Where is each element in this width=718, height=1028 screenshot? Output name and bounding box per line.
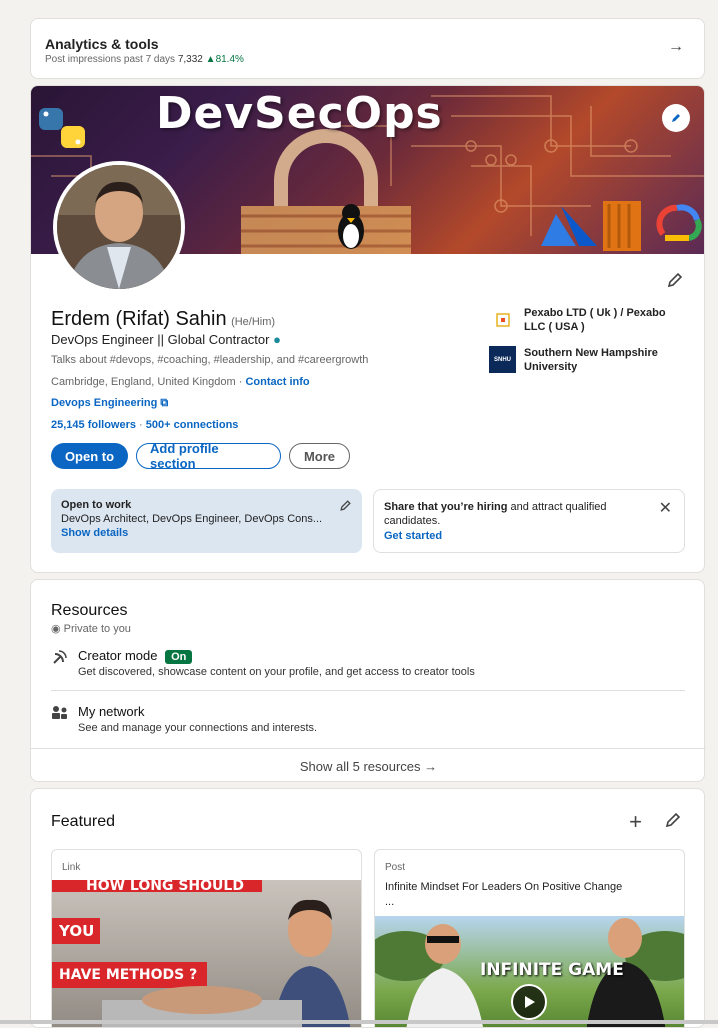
show-all-resources-button[interactable]: Show all 5 resources →: [31, 748, 706, 783]
globe-icon: ●: [273, 332, 281, 347]
external-link-icon: ⧉: [160, 397, 169, 409]
profile-location: Cambridge, England, United Kingdom: [51, 376, 236, 388]
featured-title: Featured: [51, 813, 116, 830]
open-to-work-title: Open to work: [61, 499, 132, 511]
trend-up-icon: ▲: [205, 54, 216, 65]
snhu-logo-icon: SNHU: [489, 346, 516, 373]
private-label: Private to you: [63, 623, 131, 635]
edit-open-to-work-button[interactable]: [339, 499, 352, 517]
pexabo-logo-icon: [489, 306, 516, 333]
divider: [51, 690, 685, 691]
company-snhu[interactable]: SNHU Southern New Hampshire University: [489, 346, 689, 374]
featured-card: Featured + Link HOW LONG SHOULD YOU HAVE…: [30, 788, 705, 1028]
creator-mode-desc: Get discovered, showcase content on your…: [78, 666, 475, 678]
pencil-icon: [672, 114, 680, 122]
analytics-subtitle: Post impressions past 7 days 7,332 ▲81.4…: [45, 54, 244, 65]
profile-actions: Open to Add profile section More: [51, 441, 350, 471]
private-row: ◉ Private to you: [51, 622, 131, 635]
banner-title: DevSecOps: [156, 88, 443, 139]
eye-icon: ◉: [51, 623, 61, 635]
my-network-title: My network: [78, 704, 145, 719]
get-started-link[interactable]: Get started: [384, 530, 674, 542]
my-network-desc: See and manage your connections and inte…: [78, 722, 318, 734]
school-name: Southern New Hampshire University: [524, 347, 658, 373]
thumb-line-1: HOW LONG SHOULD: [52, 880, 262, 893]
experience-summary: Pexabo LTD ( Uk ) / Pexabo LLC ( USA ) S…: [489, 306, 689, 386]
featured-type: Post: [385, 862, 406, 873]
name-row: Erdem (Rifat) Sahin (He/Him): [51, 308, 275, 331]
website-label: Devops Engineering: [51, 397, 158, 409]
add-profile-section-button[interactable]: Add profile section: [136, 441, 281, 471]
pencil-icon: [667, 272, 683, 288]
window-bottom-border: [0, 1020, 718, 1024]
featured-post-title: Infinite Mindset For Leaders On Positive…: [385, 881, 623, 893]
resources-card: Resources ◉ Private to you Creator mode …: [30, 579, 706, 783]
profile-headline: DevOps Engineer || Global Contractor: [51, 332, 270, 347]
profile-photo: [57, 165, 181, 289]
edit-banner-button[interactable]: [662, 104, 690, 132]
hiring-bold: Share that you’re hiring: [384, 501, 508, 513]
profile-pronouns: (He/Him): [231, 316, 276, 328]
thumb-video-title: INFINITE GAME: [480, 960, 624, 980]
profile-headline-row: DevOps Engineer || Global Contractor ●: [51, 332, 281, 347]
creator-mode-title: Creator mode: [78, 648, 158, 663]
edit-intro-button[interactable]: [666, 271, 684, 294]
impressions-change: 81.4%: [215, 54, 244, 65]
satellite-dish-icon: [51, 648, 71, 668]
location-row: Cambridge, England, United Kingdom · Con…: [51, 376, 310, 388]
company-name: Pexabo LTD ( Uk ) / Pexabo LLC ( USA ): [524, 307, 666, 333]
featured-item-post[interactable]: Post Infinite Mindset For Leaders On Pos…: [374, 849, 685, 1027]
company-pexabo[interactable]: Pexabo LTD ( Uk ) / Pexabo LLC ( USA ): [489, 306, 689, 334]
impressions-value: 7,332: [177, 54, 203, 65]
impressions-label: Post impressions past 7 days: [45, 54, 176, 65]
featured-type: Link: [62, 862, 81, 873]
close-icon[interactable]: ✕: [659, 498, 672, 518]
more-button[interactable]: More: [289, 443, 350, 469]
pencil-icon: [665, 812, 681, 828]
open-to-work-roles: DevOps Architect, DevOps Engineer, DevOp…: [61, 513, 323, 525]
open-to-work-box[interactable]: Open to work DevOps Architect, DevOps En…: [51, 489, 362, 553]
creator-mode-title-row: Creator mode On: [78, 648, 193, 664]
edit-featured-button[interactable]: [664, 811, 682, 834]
profile-card: DevSecOps Erdem (Rifat) Sahin (He/Him) D…: [30, 85, 705, 573]
open-to-button[interactable]: Open to: [51, 443, 128, 469]
stats-separator: ·: [136, 419, 146, 431]
add-featured-icon[interactable]: +: [629, 809, 642, 835]
resources-title: Resources: [51, 602, 128, 619]
show-details-link[interactable]: Show details: [61, 527, 352, 539]
followers-link[interactable]: 25,145 followers: [51, 419, 136, 431]
hiring-box[interactable]: Share that you’re hiring and attract qua…: [373, 489, 685, 553]
featured-post-ellipsis: ...: [385, 896, 395, 908]
avatar[interactable]: [53, 161, 185, 293]
location-separator: ·: [235, 376, 246, 388]
profile-name: Erdem (Rifat) Sahin: [51, 308, 227, 330]
analytics-title: Analytics & tools: [45, 36, 159, 52]
featured-thumbnail: HOW LONG SHOULD YOU HAVE METHODS ?: [52, 880, 361, 1027]
stats-row: 25,145 followers · 500+ connections: [51, 419, 238, 431]
analytics-card[interactable]: Analytics & tools Post impressions past …: [30, 18, 705, 79]
featured-item-link[interactable]: Link HOW LONG SHOULD YOU HAVE METHODS ?: [51, 849, 362, 1027]
connections-link[interactable]: 500+ connections: [146, 419, 239, 431]
website-link[interactable]: Devops Engineering ⧉: [51, 397, 168, 410]
pencil-icon: [340, 500, 351, 511]
hiring-text: Share that you’re hiring and attract qua…: [384, 500, 629, 528]
featured-thumbnail: INFINITE GAME: [375, 916, 684, 1027]
status-badge: On: [165, 650, 193, 664]
thumb-line-2: YOU: [52, 918, 100, 944]
people-icon: [51, 704, 71, 724]
contact-info-link[interactable]: Contact info: [245, 376, 309, 388]
play-icon[interactable]: [511, 984, 547, 1020]
snhu-logo-text: SNHU: [493, 356, 511, 363]
arrow-right-icon[interactable]: →: [668, 38, 684, 56]
profile-talks-about: Talks about #devops, #coaching, #leaders…: [51, 354, 369, 366]
